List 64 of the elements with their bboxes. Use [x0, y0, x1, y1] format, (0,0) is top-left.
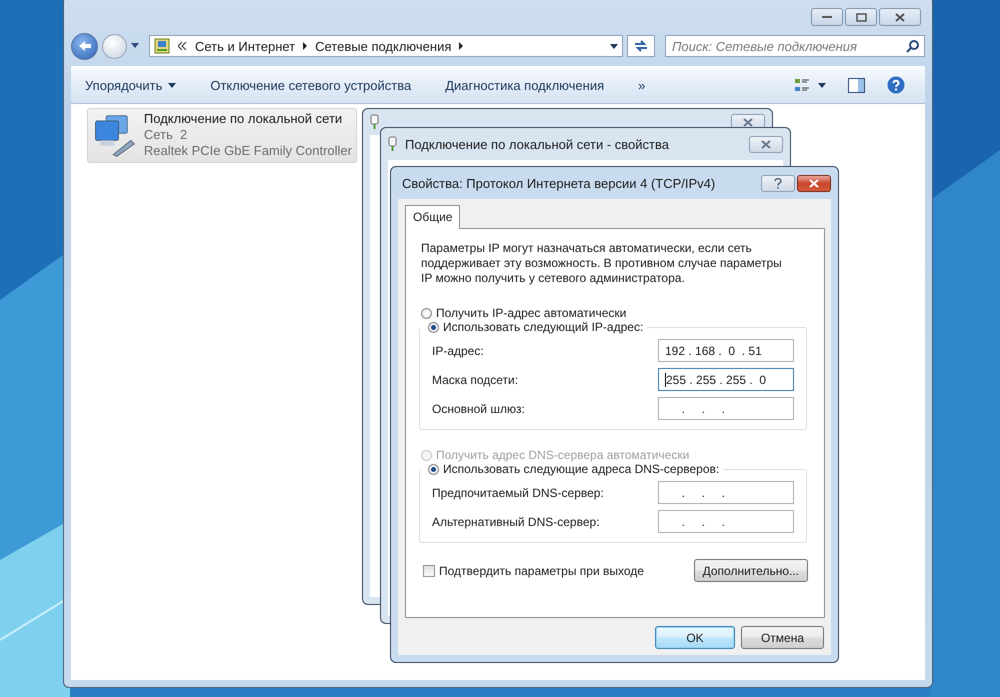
window-title: Свойства: Протокол Интернета версии 4 (TCP/IPv4): [402, 176, 716, 190]
plug-icon: [388, 136, 397, 152]
plug-icon: [370, 114, 379, 130]
help-button[interactable]: [887, 76, 905, 94]
chevron-icon: [178, 42, 187, 50]
checkbox[interactable]: Подтвердить параметры при выходе: [423, 564, 644, 578]
field-label: Основной шлюз:: [432, 402, 525, 416]
minimize-icon: [822, 15, 832, 19]
arrow-left-icon: [78, 40, 92, 52]
breadcrumb[interactable]: Сетевые подключения: [315, 38, 452, 54]
dropdown-icon[interactable]: [610, 44, 618, 48]
network-folder-icon: [154, 38, 170, 54]
maximize-icon: [856, 12, 866, 22]
search-field[interactable]: Поиск: Сетевые подключения: [665, 35, 925, 57]
refresh-icon: [633, 39, 649, 53]
close-icon: [895, 12, 905, 22]
preview-pane-button[interactable]: [848, 78, 865, 92]
toolbar-button[interactable]: Диагностика подключения: [443, 76, 606, 94]
close-icon: [761, 140, 771, 148]
breadcrumb-arrow-icon[interactable]: [303, 42, 308, 50]
radio-option[interactable]: Использовать следующий IP-адрес:: [428, 320, 644, 334]
help-icon: [774, 178, 782, 188]
dialog-button[interactable]: Отмена: [741, 626, 824, 649]
breadcrumb-arrow-icon[interactable]: [459, 42, 464, 50]
adapter-name: Realtek PCIe GbE Family Controller: [144, 143, 352, 159]
radio-option[interactable]: Получить IP-адрес автоматически: [421, 306, 810, 320]
close-icon: [743, 118, 753, 126]
view-options-button[interactable]: [794, 77, 826, 93]
field-label: Предпочитаемый DNS-сервер:: [432, 486, 604, 500]
breadcrumb[interactable]: Сеть и Интернет: [195, 38, 296, 54]
connection-item[interactable]: Подключение по локальной сети Сеть 2 Realtek PCIe GbE Family Controller: [87, 108, 357, 163]
window-title: Подключение по локальной сети - свойства: [405, 136, 669, 152]
ip-address-field[interactable]: . . .: [658, 397, 794, 420]
close-button[interactable]: [879, 8, 921, 26]
address-bar[interactable]: Сеть и Интернет Сетевые подключения: [149, 35, 623, 57]
ip-address-field[interactable]: . . .: [658, 510, 794, 533]
field-label: Альтернативный DNS-сервер:: [432, 514, 600, 528]
ip-address-field[interactable]: . . .: [658, 481, 794, 504]
field-label: IP-адрес:: [432, 344, 484, 358]
ip-address-field[interactable]: 192 . 168 . 0 . 51: [658, 339, 794, 362]
network-name: Сеть 2: [144, 127, 188, 143]
ip-address-field[interactable]: 255 . 255 . 255 . 0: [658, 368, 794, 391]
tab[interactable]: Общие: [405, 205, 460, 229]
minimize-button[interactable]: [811, 8, 843, 26]
search-icon: [906, 40, 919, 53]
toolbar-button[interactable]: Отключение сетевого устройства: [208, 76, 414, 94]
help-button[interactable]: [761, 174, 795, 192]
dialog-button[interactable]: OK: [655, 626, 735, 649]
refresh-button[interactable]: [627, 35, 655, 57]
more-button[interactable]: »: [636, 76, 648, 94]
dropdown-icon[interactable]: [131, 43, 139, 49]
close-icon: [809, 178, 819, 188]
back-button[interactable]: [71, 32, 98, 60]
radio-option[interactable]: Использовать следующие адреса DNS-серверов:: [428, 462, 720, 476]
list-view-icon: [794, 77, 810, 93]
maximize-button[interactable]: [845, 8, 877, 26]
connection-name: Подключение по локальной сети: [144, 111, 344, 127]
field-label: Маска подсети:: [432, 372, 518, 386]
close-button[interactable]: [797, 174, 831, 192]
advanced-button[interactable]: Дополнительно...: [694, 559, 808, 582]
help-icon: [887, 76, 905, 94]
pane-icon: [848, 78, 865, 92]
description-text: Параметры IP могут назначаться автоматически, если сеть поддерживает эту возможность. В противном случае параметры IP можно получить у сетевого администратора.: [421, 241, 783, 286]
organize-menu[interactable]: Упорядочить: [83, 76, 178, 94]
